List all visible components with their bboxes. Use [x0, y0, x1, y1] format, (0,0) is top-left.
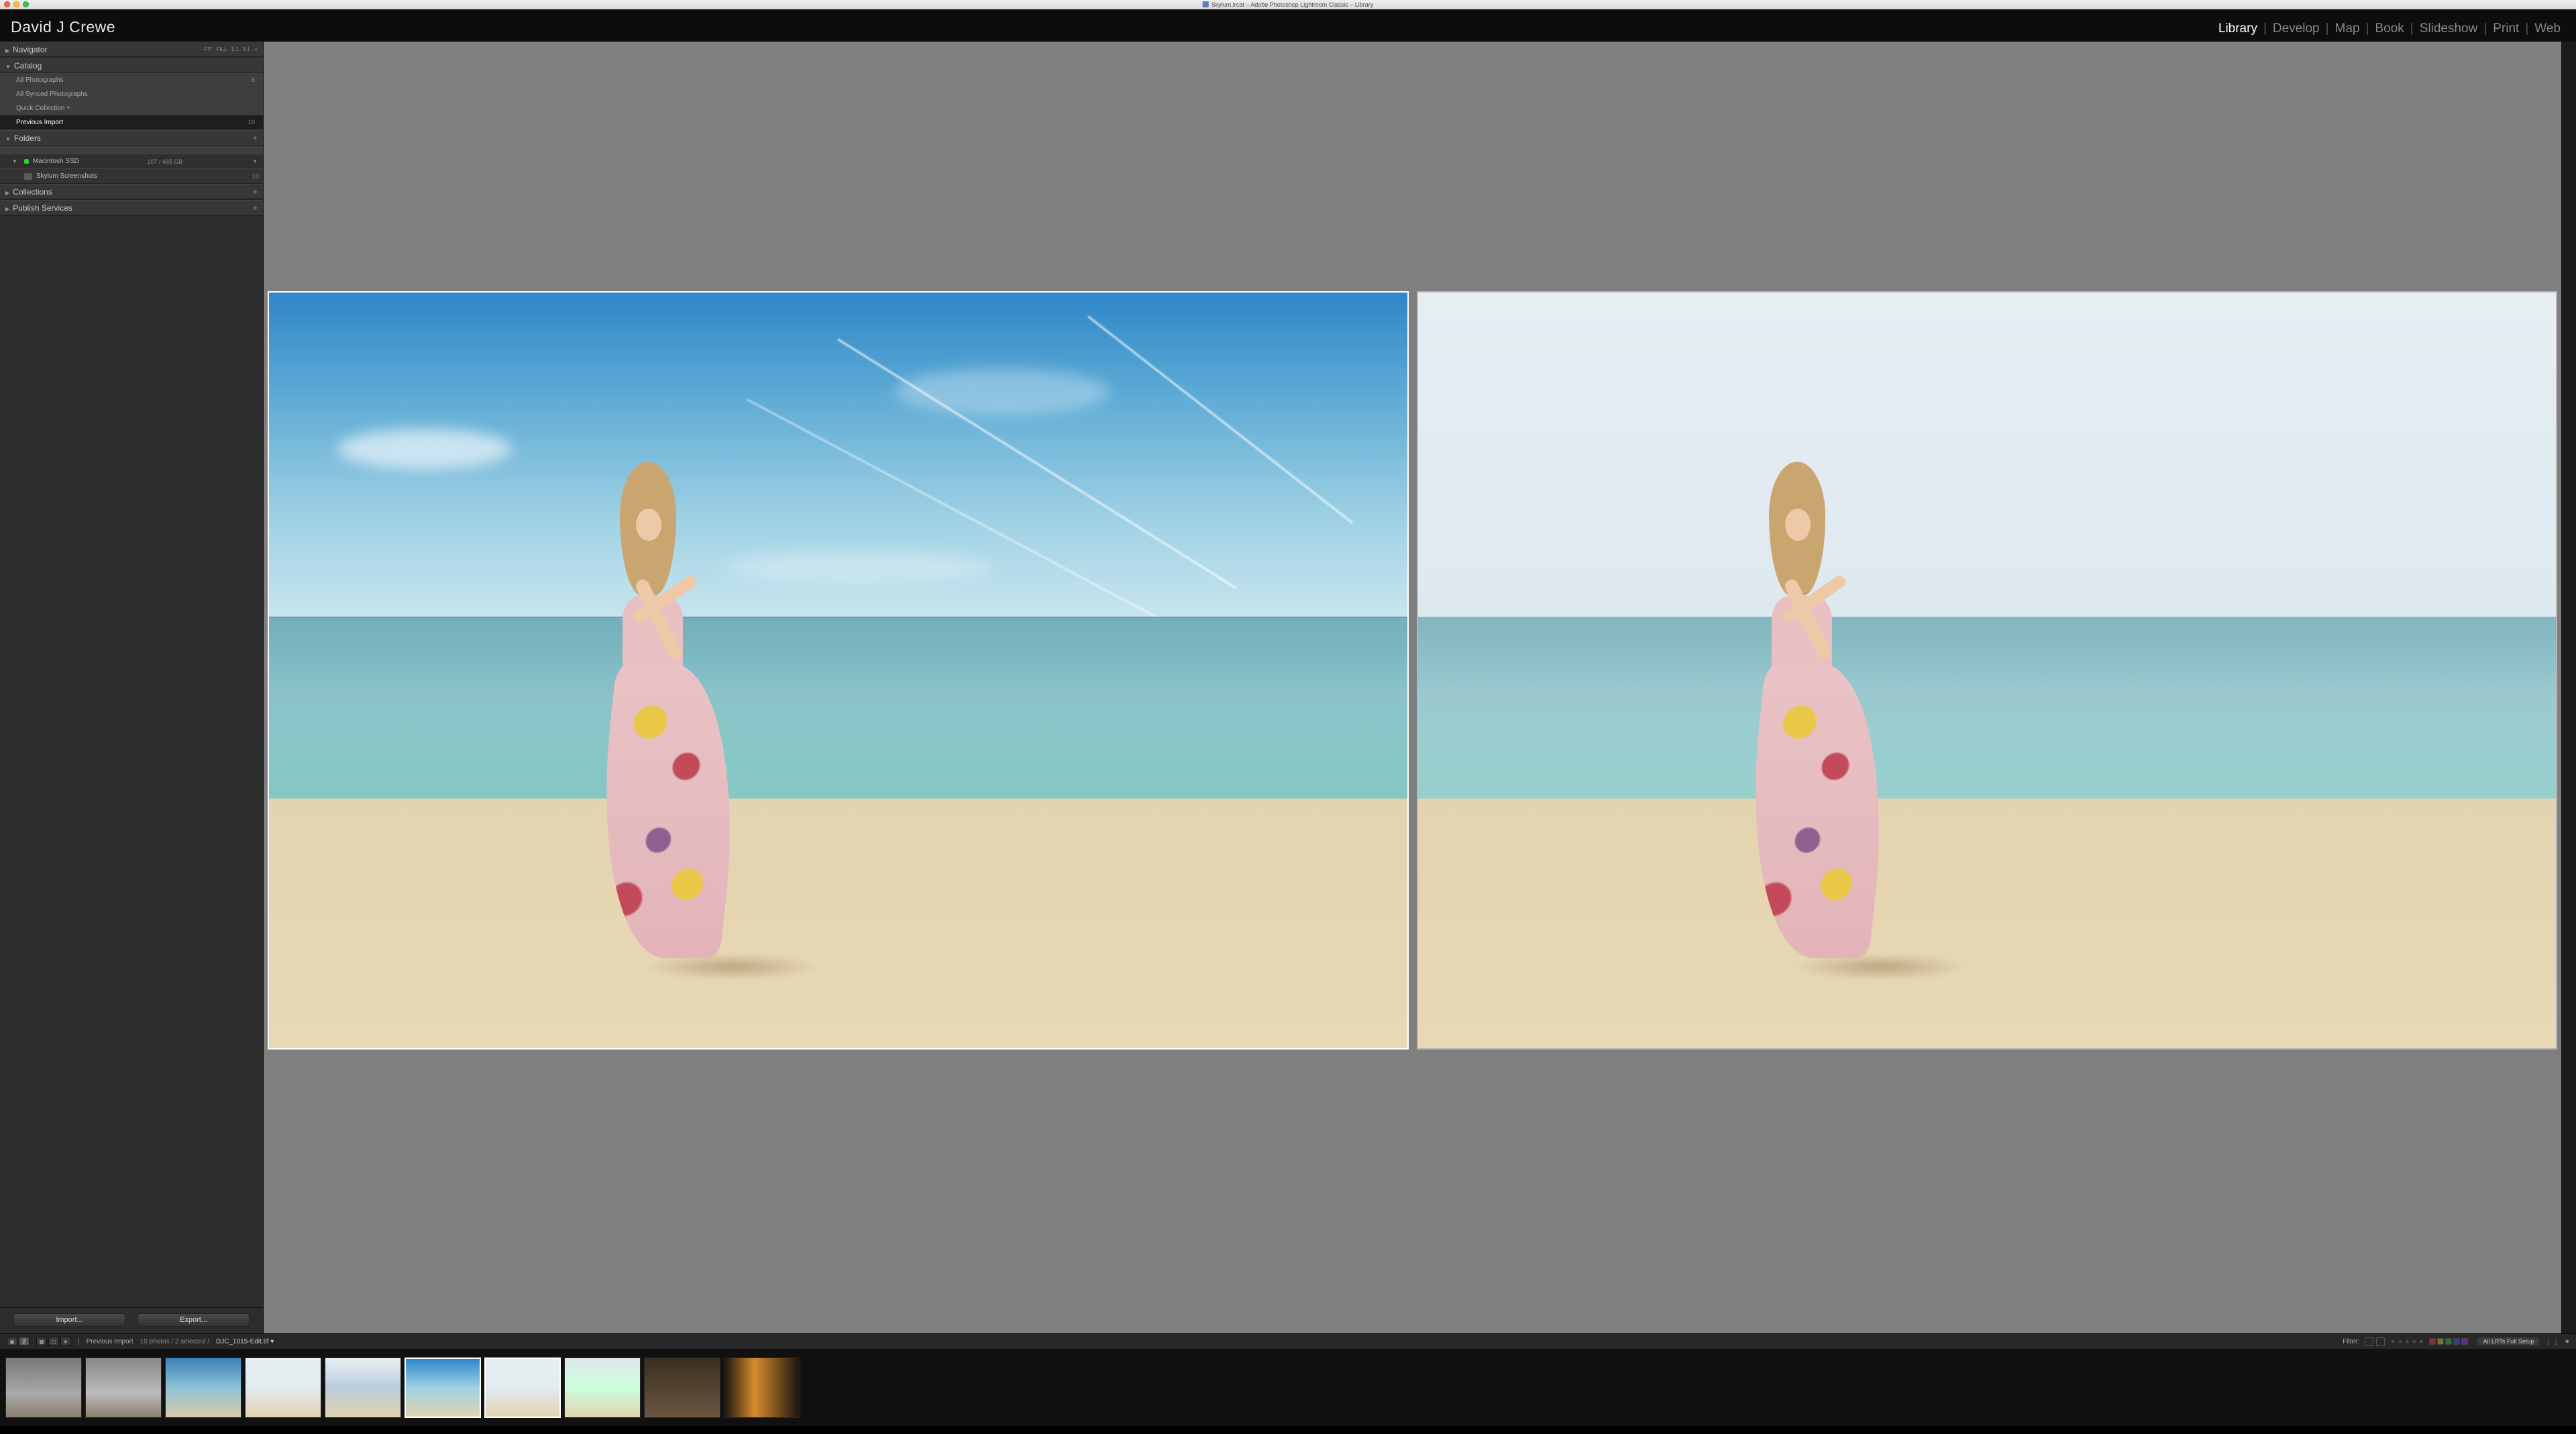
zoom-icon[interactable]: [23, 1, 29, 7]
left-panel-group: ▶Navigator FIT FILL 1:1 3:1 ‹› ▼Catalog: [0, 42, 264, 1333]
chevron-down-icon[interactable]: ▾: [254, 158, 256, 164]
subject-figure: [1737, 462, 1858, 965]
add-collection-icon[interactable]: +: [252, 187, 258, 197]
module-library[interactable]: Library: [2212, 21, 2263, 36]
panel-navigator-header[interactable]: ▶Navigator FIT FILL 1:1 3:1 ‹›: [0, 42, 263, 57]
minimize-icon[interactable]: [13, 1, 19, 7]
thumb[interactable]: 9: [644, 1358, 720, 1418]
module-web[interactable]: Web: [2528, 21, 2567, 36]
filter-label: Filter:: [2343, 1338, 2359, 1345]
filter-rating[interactable]: ★ ★ ★ ★ ★: [2390, 1338, 2424, 1345]
filter-color-red[interactable]: [2429, 1338, 2436, 1345]
module-book[interactable]: Book: [2369, 21, 2410, 36]
document-icon: [1203, 1, 1209, 7]
macos-titlebar: Skylum.lrcat – Adobe Photoshop Lightroom…: [0, 0, 2576, 9]
panel-collections-header[interactable]: ▶Collections +: [0, 184, 263, 199]
breadcrumb-stats: 10 photos / 2 selected /: [140, 1338, 209, 1345]
compare-image-left[interactable]: [268, 291, 1409, 1049]
filter-source-pill[interactable]: All LRTs Full Setup: [2477, 1337, 2539, 1345]
module-develop[interactable]: Develop: [2267, 21, 2326, 36]
catalog-item-previous-import[interactable]: Previous Import10: [0, 115, 263, 130]
panel-catalog-header[interactable]: ▼Catalog: [0, 58, 263, 73]
chevron-down-icon[interactable]: ‹›: [254, 46, 258, 52]
compare-image-right[interactable]: [1417, 291, 2558, 1049]
compare-view: [264, 291, 2561, 1049]
lr-top-header: David J Crewe Library| Develop| Map| Boo…: [0, 9, 2576, 42]
module-picker: Library| Develop| Map| Book| Slideshow| …: [2212, 21, 2567, 36]
thumb[interactable]: 1: [5, 1358, 82, 1418]
thumb[interactable]: 8: [564, 1358, 641, 1418]
filter-lock-icon[interactable]: ⋮⋮: [2544, 1337, 2559, 1346]
nav-mode-3to1[interactable]: 3:1: [243, 46, 250, 52]
nav-mode-1to1[interactable]: 1:1: [231, 46, 238, 52]
thumb-selected[interactable]: 7: [484, 1358, 561, 1418]
identity-plate: David J Crewe: [11, 18, 115, 36]
panel-folders-header[interactable]: ▼Folders +: [0, 130, 263, 146]
grid-view-icon[interactable]: ▦: [36, 1337, 47, 1346]
folder-item[interactable]: Skylum Screenshots 10: [0, 168, 263, 183]
module-slideshow[interactable]: Slideshow: [2414, 21, 2484, 36]
nav-mode-fit[interactable]: FIT: [204, 46, 212, 52]
catalog-item-quick-collection[interactable]: Quick Collection +: [0, 101, 263, 115]
add-folder-icon[interactable]: +: [252, 133, 258, 143]
breadcrumb-filename[interactable]: DJC_1015-Edit.tif ▾: [216, 1338, 274, 1345]
filter-color-green[interactable]: [2445, 1338, 2452, 1345]
close-icon[interactable]: [4, 1, 10, 7]
view-main-icon[interactable]: ▣: [7, 1337, 17, 1346]
navigator-title: Navigator: [13, 45, 47, 54]
collections-title: Collections: [13, 187, 52, 197]
import-button[interactable]: Import...: [13, 1313, 125, 1327]
publish-title: Publish Services: [13, 203, 72, 213]
catalog-title: Catalog: [14, 61, 42, 70]
module-map[interactable]: Map: [2329, 21, 2366, 36]
bottom-resize-bar[interactable]: [0, 1426, 2576, 1434]
folder-icon: [24, 173, 32, 180]
folders-title: Folders: [14, 134, 41, 143]
filter-color-yellow[interactable]: [2437, 1338, 2444, 1345]
arrow-icon[interactable]: ➤: [60, 1337, 71, 1346]
filter-flag-pick-icon[interactable]: [2365, 1337, 2373, 1346]
nav-mode-fill[interactable]: FILL: [216, 46, 227, 52]
filmstrip[interactable]: 1 2 3 4 5 6 7 8 9 10: [0, 1349, 2576, 1426]
main-view-area: [264, 42, 2561, 1333]
thumb[interactable]: 5: [325, 1358, 401, 1418]
disk-status-icon: [24, 159, 29, 164]
thumb-selected[interactable]: 6: [405, 1358, 481, 1418]
export-button[interactable]: Export...: [138, 1313, 250, 1327]
module-print[interactable]: Print: [2487, 21, 2525, 36]
folder-volume[interactable]: ▼Macintosh SSD 107 / 465 GB ▾: [0, 154, 263, 168]
panel-publish-header[interactable]: ▶Publish Services +: [0, 200, 263, 215]
filmstrip-area: ▣ 2 ▦ ◻ ➤ | Previous Import 10 photos / …: [0, 1333, 2576, 1434]
filter-color-blue[interactable]: [2453, 1338, 2460, 1345]
thumb[interactable]: 10: [724, 1358, 800, 1418]
subject-figure: [588, 462, 708, 965]
catalog-item-all-photographs[interactable]: All Photographs6: [0, 73, 263, 87]
filter-switch-icon[interactable]: ●: [2565, 1337, 2569, 1345]
view-secondary-icon[interactable]: 2: [19, 1337, 30, 1346]
catalog-item-all-synced[interactable]: All Synced Photographs: [0, 87, 263, 101]
thumb[interactable]: 4: [245, 1358, 321, 1418]
thumb[interactable]: 3: [165, 1358, 241, 1418]
window-title: Skylum.lrcat – Adobe Photoshop Lightroom…: [1212, 1, 1374, 8]
loupe-view-icon[interactable]: ◻: [48, 1337, 59, 1346]
filmstrip-toolbar: ▣ 2 ▦ ◻ ➤ | Previous Import 10 photos / …: [0, 1333, 2576, 1349]
filter-flag-reject-icon[interactable]: [2376, 1337, 2385, 1346]
add-publish-icon[interactable]: +: [252, 203, 258, 213]
filter-color-purple[interactable]: [2461, 1338, 2468, 1345]
right-panel-collapsed[interactable]: [2561, 42, 2576, 1333]
thumb[interactable]: 2: [85, 1358, 162, 1418]
breadcrumb-source[interactable]: Previous Import: [87, 1338, 133, 1345]
